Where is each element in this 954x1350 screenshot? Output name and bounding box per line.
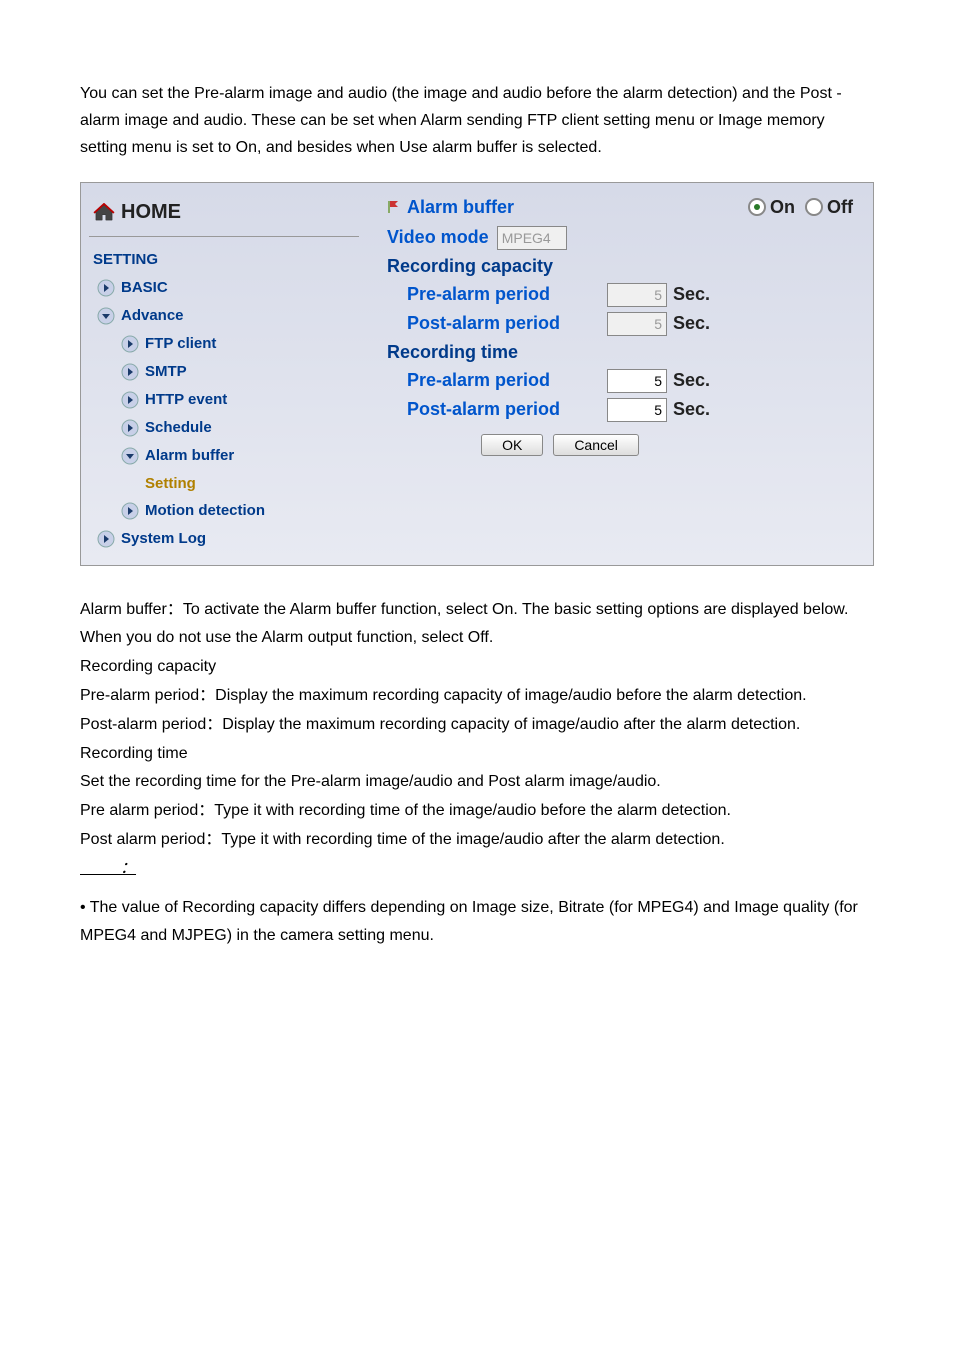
desc-rec-capacity: Recording capacity	[80, 653, 874, 682]
desc-post-period: Post alarm period：Type it with recording…	[80, 826, 874, 855]
sidebar-item-label: Setting	[145, 475, 196, 492]
sidebar-item-label: HTTP event	[145, 391, 227, 408]
cap-pre-alarm-label: Pre-alarm period	[407, 284, 607, 305]
flag-icon	[387, 200, 401, 214]
arrow-right-icon	[97, 530, 115, 548]
sidebar-item-schedule[interactable]: Schedule	[89, 414, 359, 442]
sidebar-item-label: SMTP	[145, 363, 187, 380]
sidebar-item-label: System Log	[121, 530, 206, 547]
home-label: HOME	[121, 201, 181, 224]
sidebar-item-advance[interactable]: Advance	[89, 302, 359, 330]
recording-capacity-header: Recording capacity	[387, 256, 853, 277]
time-post-alarm-input[interactable]	[607, 398, 667, 422]
sidebar-item-alarm-buffer[interactable]: Alarm buffer	[89, 442, 359, 470]
arrow-right-icon	[121, 335, 139, 353]
sidebar-item-ftp-client[interactable]: FTP client	[89, 330, 359, 358]
on-label: On	[770, 197, 795, 218]
radio-on[interactable]	[748, 198, 766, 216]
sidebar-item-label: Advance	[121, 307, 184, 324]
desc-rec-time: Recording time	[80, 740, 874, 769]
sec-unit: Sec.	[673, 284, 710, 305]
sidebar-item-label: Motion detection	[145, 502, 265, 519]
sidebar-item-http-event[interactable]: HTTP event	[89, 386, 359, 414]
intro-paragraph: You can set the Pre-alarm image and audi…	[80, 80, 874, 162]
cap-pre-alarm-input	[607, 283, 667, 307]
desc-post-alarm: Post-alarm period：Display the maximum re…	[80, 711, 874, 740]
home-link[interactable]: HOME	[89, 195, 359, 237]
ok-button[interactable]: OK	[481, 434, 543, 456]
sidebar-item-label: BASIC	[121, 279, 168, 296]
arrow-right-icon	[121, 391, 139, 409]
desc-set-rec-time: Set the recording time for the Pre-alarm…	[80, 768, 874, 797]
recording-time-header: Recording time	[387, 342, 853, 363]
alarm-buffer-radio-group: On Off	[748, 197, 853, 218]
video-mode-input	[497, 226, 567, 250]
sidebar-item-label: Schedule	[145, 419, 212, 436]
home-icon	[93, 203, 115, 221]
panel-title: Alarm buffer	[407, 197, 668, 218]
arrow-right-icon	[121, 363, 139, 381]
time-post-alarm-label: Post-alarm period	[407, 399, 607, 420]
settings-panel: HOME SETTING BASIC Advance FTP client SMTP H…	[80, 182, 874, 566]
note-body: • The value of Recording capacity differ…	[80, 894, 874, 952]
cap-post-alarm-input	[607, 312, 667, 336]
arrow-right-icon	[121, 419, 139, 437]
time-pre-alarm-input[interactable]	[607, 369, 667, 393]
sidebar-item-motion-detection[interactable]: Motion detection	[89, 497, 359, 525]
sidebar-item-basic[interactable]: BASIC	[89, 274, 359, 302]
setting-header: SETTING	[89, 245, 359, 274]
cancel-button[interactable]: Cancel	[553, 434, 639, 456]
off-label: Off	[827, 197, 853, 218]
sidebar-item-setting[interactable]: Setting	[89, 470, 359, 497]
desc-pre-period: Pre alarm period：Type it with recording …	[80, 797, 874, 826]
sidebar-item-system-log[interactable]: System Log	[89, 525, 359, 553]
sidebar-item-smtp[interactable]: SMTP	[89, 358, 359, 386]
arrow-down-icon	[97, 307, 115, 325]
sec-unit: Sec.	[673, 370, 710, 391]
sidebar-item-label: Alarm buffer	[145, 447, 234, 464]
radio-off[interactable]	[805, 198, 823, 216]
description-text: Alarm buffer：To activate the Alarm buffe…	[80, 596, 874, 952]
main-panel: Alarm buffer On Off Video mode Recording…	[367, 183, 873, 565]
arrow-right-icon	[121, 502, 139, 520]
sidebar-item-label: FTP client	[145, 335, 216, 352]
desc-pre-alarm: Pre-alarm period：Display the maximum rec…	[80, 682, 874, 711]
arrow-down-icon	[121, 447, 139, 465]
cap-post-alarm-label: Post-alarm period	[407, 313, 607, 334]
desc-alarm-buffer: Alarm buffer：To activate the Alarm buffe…	[80, 596, 874, 654]
sec-unit: Sec.	[673, 399, 710, 420]
sidebar: HOME SETTING BASIC Advance FTP client SMTP H…	[81, 183, 367, 565]
video-mode-label: Video mode	[387, 227, 489, 248]
time-pre-alarm-label: Pre-alarm period	[407, 370, 607, 391]
note-label: ：	[80, 855, 156, 884]
arrow-right-icon	[97, 279, 115, 297]
sec-unit: Sec.	[673, 313, 710, 334]
